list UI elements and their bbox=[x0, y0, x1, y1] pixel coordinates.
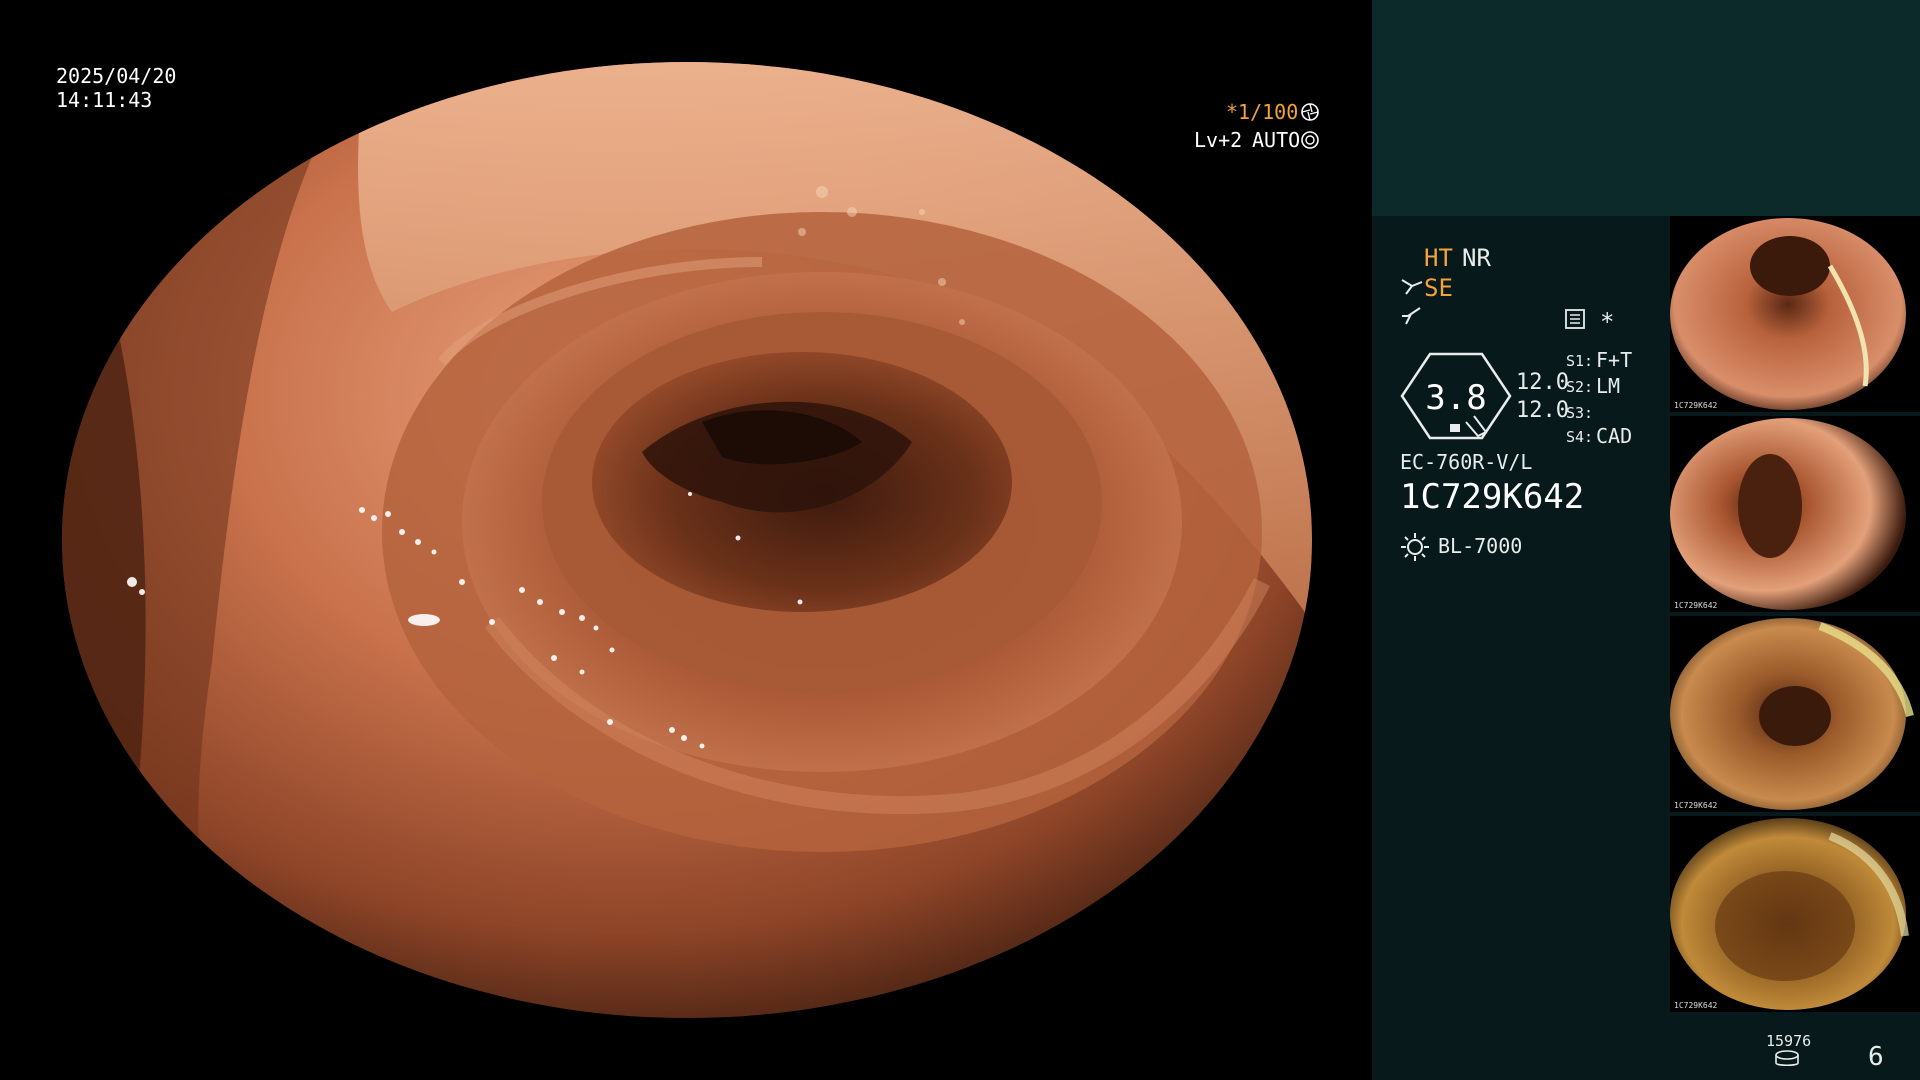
thumbnail-3[interactable]: 1C729K642 bbox=[1670, 616, 1920, 812]
scope-model: EC-760R-V/L bbox=[1400, 450, 1533, 474]
value-a: 12.0 bbox=[1516, 370, 1569, 395]
document-icon bbox=[1564, 308, 1586, 334]
panel-header bbox=[1372, 0, 1920, 216]
value-b: 12.0 bbox=[1516, 398, 1569, 423]
time-label: 14:11:43 bbox=[56, 88, 153, 112]
thumbnail-3-id: 1C729K642 bbox=[1674, 801, 1718, 810]
s3-key: S3: bbox=[1566, 404, 1594, 422]
s4-key: S4: bbox=[1566, 428, 1594, 446]
nr-label: NR bbox=[1462, 244, 1491, 272]
s1-key: S1: bbox=[1566, 352, 1594, 370]
thumbnail-1[interactable]: 1C729K642 bbox=[1670, 216, 1920, 412]
endoscope-view bbox=[62, 62, 1312, 1018]
shutter-label: *1/100 bbox=[1226, 100, 1299, 124]
endoscopy-screen: 2025/04/20 14:11:43 *1/100 Lv+2 AUTO HT … bbox=[0, 0, 1920, 1080]
storage-icon bbox=[1774, 1050, 1800, 1072]
s2-key: S2: bbox=[1566, 378, 1594, 396]
thumbnail-4[interactable]: 1C729K642 bbox=[1670, 816, 1920, 1012]
scope-serial: 1C729K642 bbox=[1400, 477, 1585, 517]
thumbnail-1-id: 1C729K642 bbox=[1674, 401, 1718, 410]
scissors-icon bbox=[1400, 276, 1424, 300]
page-number: 6 bbox=[1868, 1042, 1884, 1072]
aperture-icon bbox=[1300, 102, 1320, 126]
thumbnail-2[interactable]: 1C729K642 bbox=[1670, 416, 1920, 612]
level-label: Lv+2 bbox=[1194, 128, 1243, 152]
thumbnail-2-id: 1C729K642 bbox=[1674, 601, 1718, 610]
lightning-icon bbox=[1400, 306, 1422, 330]
ht-label: HT bbox=[1424, 244, 1453, 272]
brightness-gauge: 3.8 bbox=[1400, 352, 1512, 440]
se-label: SE bbox=[1424, 274, 1453, 302]
storage-count: 15976 bbox=[1766, 1032, 1812, 1050]
auto-iris-icon bbox=[1300, 130, 1320, 154]
star-label: * bbox=[1600, 308, 1615, 336]
scope-area: 2025/04/20 14:11:43 *1/100 Lv+2 AUTO bbox=[0, 0, 1372, 1080]
s4-value: CAD bbox=[1596, 424, 1633, 448]
auto-mode-label: AUTO bbox=[1252, 128, 1301, 152]
date-label: 2025/04/20 bbox=[56, 64, 177, 88]
sun-icon bbox=[1400, 532, 1430, 566]
s1-value: F+T bbox=[1596, 348, 1633, 372]
s2-value: LM bbox=[1596, 374, 1621, 398]
gauge-value: 3.8 bbox=[1425, 378, 1487, 418]
thumbnail-4-id: 1C729K642 bbox=[1674, 1001, 1718, 1010]
light-source: BL-7000 bbox=[1438, 534, 1523, 558]
